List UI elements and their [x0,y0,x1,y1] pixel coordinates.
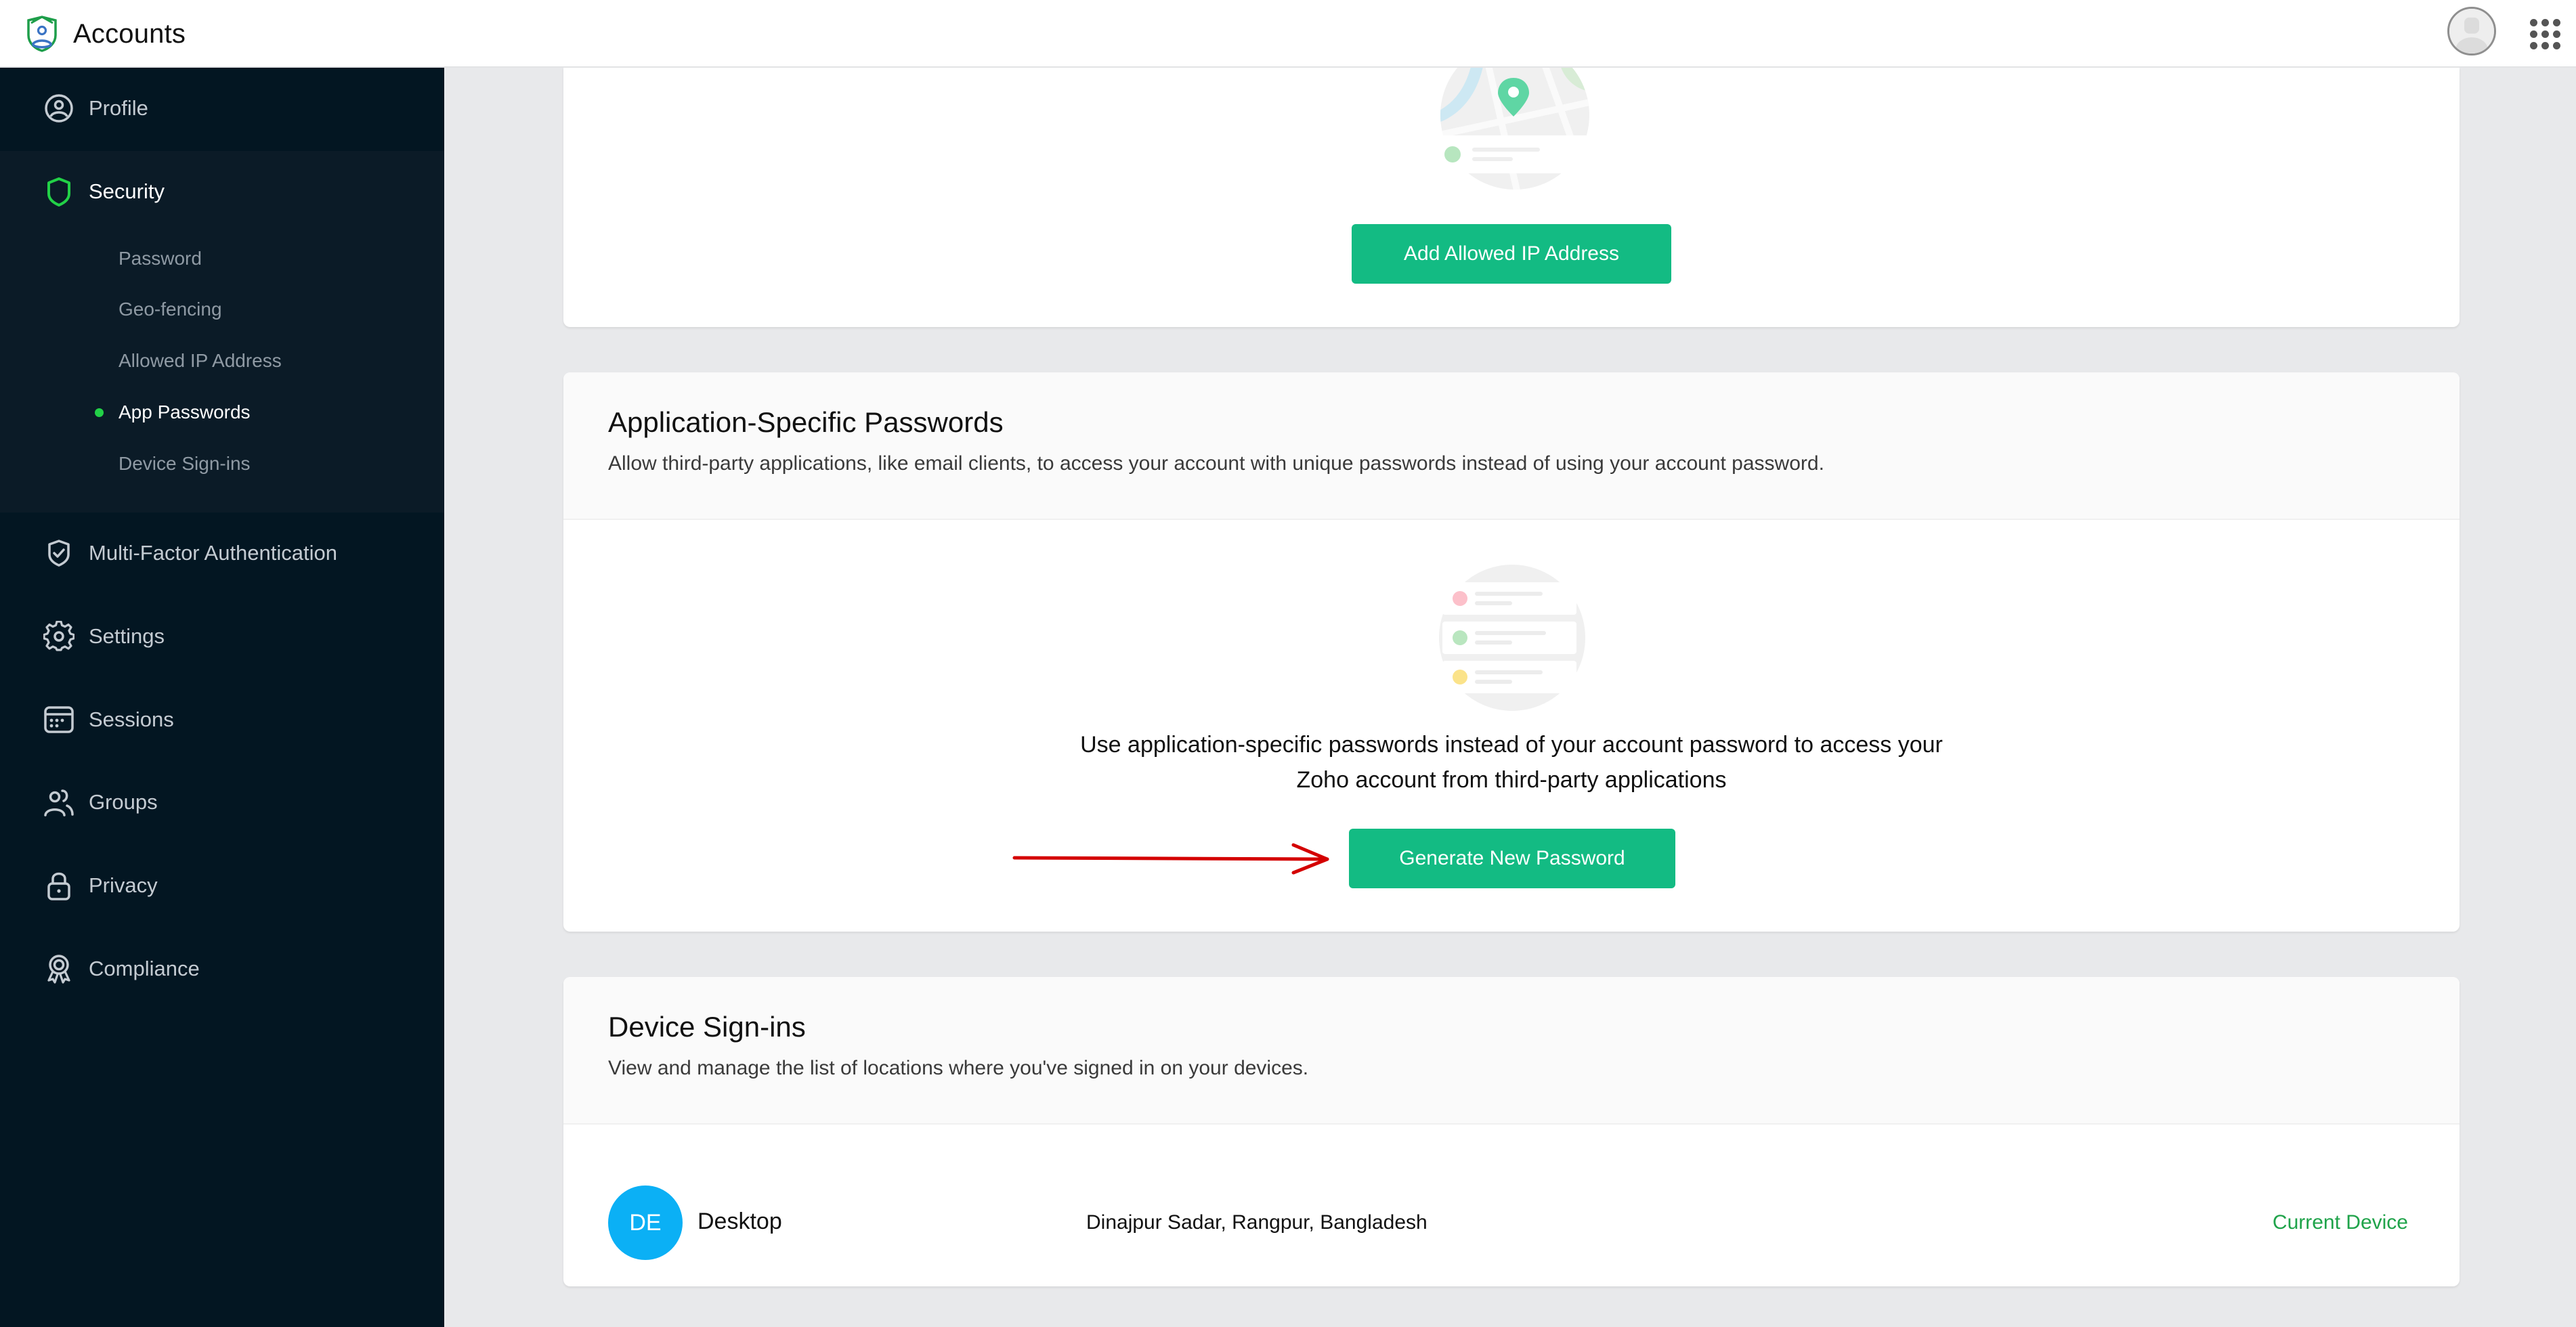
sidebar-subitem-label: Allowed IP Address [119,350,282,371]
device-name: Desktop [697,1209,782,1234]
sidebar-item-settings[interactable]: Settings [0,599,444,674]
sidebar-item-label: Compliance [89,957,200,980]
calendar-icon [43,704,74,735]
award-badge-icon [43,953,74,984]
grid-dot [2553,42,2560,49]
app-passwords-card: Application-Specific Passwords Allow thi… [563,372,2460,932]
sidebar-item-security[interactable]: Security [0,154,444,229]
users-icon [43,787,74,818]
user-avatar-button[interactable] [2447,7,2496,56]
sidebar-item-multi-factor-authentication[interactable]: Multi-Factor Authentication [0,516,444,590]
sidebar-item-label: Settings [89,624,165,648]
app-passwords-body-line-2: Zoho account from third-party applicatio… [1296,767,1727,793]
lock-icon [43,870,74,901]
generate-new-password-button[interactable]: Generate New Password [1349,829,1675,888]
allowed-ip-card: Add Allowed IP Address [563,68,2460,327]
add-allowed-ip-address-button[interactable]: Add Allowed IP Address [1352,224,1671,284]
card-title: Application-Specific Passwords [608,406,1004,438]
sidebar-item-label: Sessions [89,708,174,731]
sidebar-subitem-geo-fencing[interactable]: Geo-fencing [0,286,444,333]
device-sign-ins-card: Device Sign-ins View and manage the list… [563,977,2460,1286]
grid-dot [2541,19,2549,26]
app-grid-button[interactable] [2530,19,2561,50]
device-location: Dinajpur Sadar, Rangpur, Bangladesh [1086,1211,1427,1234]
app-grid-icon [2530,19,2537,26]
sidebar-subitem-password[interactable]: Password [0,235,444,282]
sidebar-item-compliance[interactable]: Compliance [0,932,444,1006]
device-avatar: DE [608,1185,683,1260]
brand[interactable]: Accounts [23,14,186,54]
sidebar-subitem-label: App Passwords [119,401,251,422]
sidebar: Profile Security Password Geo-fencing Al… [0,68,444,1327]
app-title: Accounts [73,18,186,49]
sidebar-subitem-allowed-ip-address[interactable]: Allowed IP Address [0,337,444,385]
active-indicator-dot [95,408,104,417]
sidebar-item-label: Multi-Factor Authentication [89,541,338,565]
sidebar-item-label: Groups [89,790,158,814]
app-passwords-body-line-1: Use application-specific passwords inste… [1080,732,1943,758]
sidebar-subitem-label: Password [119,248,202,269]
grid-dot [2541,30,2549,38]
map-location-pin-illustration [1437,68,1593,190]
card-header: Application-Specific Passwords Allow thi… [563,372,2460,520]
shield-icon [43,176,74,207]
top-header: Accounts [0,0,2576,68]
grid-dot [2541,42,2549,49]
grid-dot [2530,30,2537,38]
grid-dot [2553,30,2560,38]
sidebar-subitem-app-passwords[interactable]: App Passwords [0,389,444,436]
grid-dot [2530,42,2537,49]
sidebar-item-label: Security [89,179,165,203]
user-avatar-icon [2449,9,2494,53]
user-circle-icon [43,93,74,124]
sidebar-item-sessions[interactable]: Sessions [0,682,444,757]
sidebar-subitem-device-sign-ins[interactable]: Device Sign-ins [0,440,444,487]
card-title: Device Sign-ins [608,1011,806,1043]
card-description: View and manage the list of locations wh… [608,1057,1309,1079]
red-arrow-annotation [1012,843,1329,875]
sidebar-subitem-label: Device Sign-ins [119,453,251,474]
sidebar-item-profile[interactable]: Profile [0,71,444,146]
sidebar-item-groups[interactable]: Groups [0,765,444,840]
sidebar-item-label: Profile [89,96,148,120]
current-device-badge: Current Device [2272,1211,2408,1234]
sidebar-item-privacy[interactable]: Privacy [0,848,444,923]
password-list-illustration [1439,565,1585,711]
shield-check-icon [43,538,74,569]
card-header: Device Sign-ins View and manage the list… [563,977,2460,1125]
device-row[interactable]: DE Desktop Dinajpur Sadar, Rangpur, Bang… [563,1125,2460,1286]
gear-icon [43,621,74,652]
sidebar-subitem-label: Geo-fencing [119,299,222,320]
grid-dot [2553,19,2560,26]
sidebar-item-label: Privacy [89,873,158,897]
accounts-logo-icon [27,16,57,52]
card-description: Allow third-party applications, like ema… [608,452,1824,475]
